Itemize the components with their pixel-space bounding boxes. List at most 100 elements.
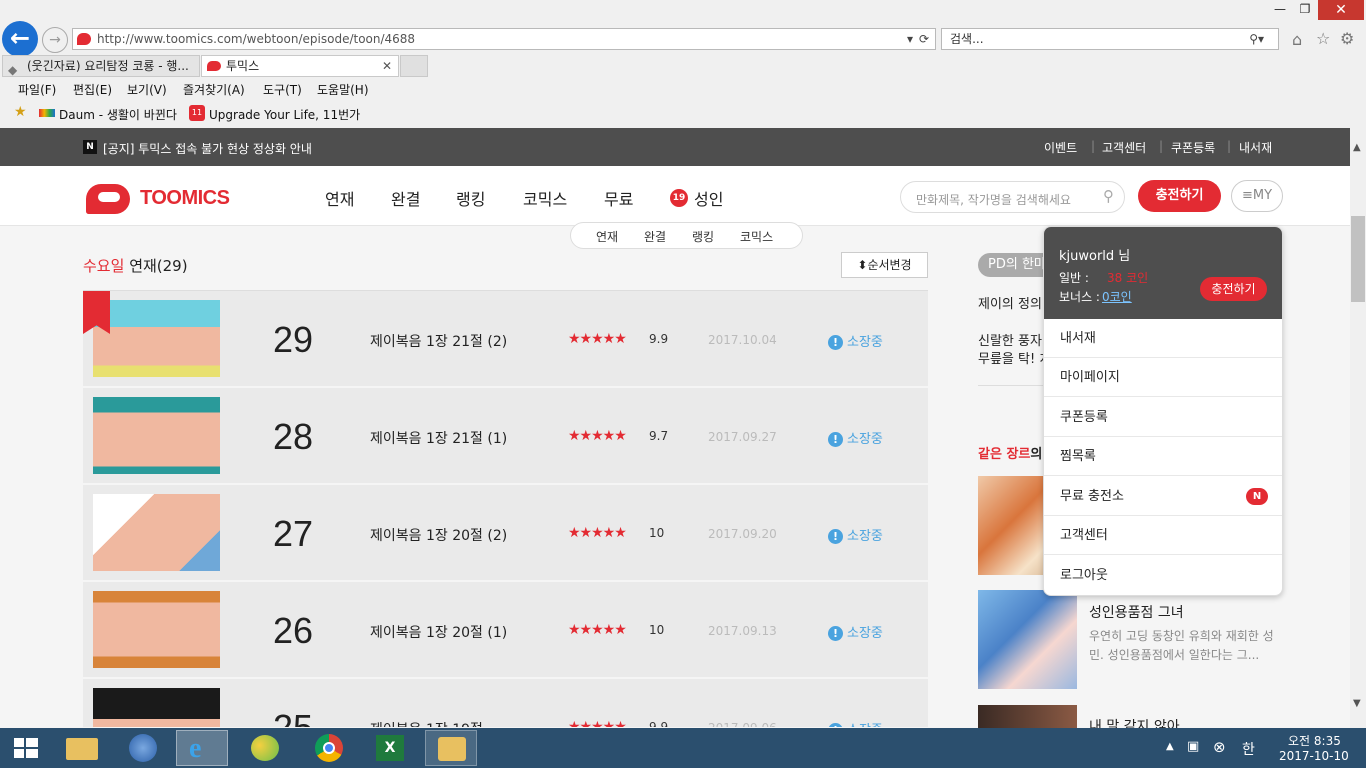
rating-stars: ★★★★★	[568, 428, 627, 444]
nav-completed[interactable]: 완결	[391, 186, 420, 210]
episode-row[interactable]: 26 제이복음 1장 20절 (1) ★★★★★ 10 2017.09.13! 소장중	[83, 582, 928, 678]
dropdown-item-library[interactable]: 내서재	[1044, 319, 1282, 358]
episode-row[interactable]: 29 제이복음 1장 21절 (2) ★★★★★ 9.9 2017.10.04! 소장중	[83, 291, 928, 387]
adult-19-badge: 19	[670, 189, 688, 207]
forward-button[interactable]: →	[42, 27, 68, 53]
tab-other[interactable]: ◆ (웃긴자료) 요리탐정 코룡 - 행...	[2, 55, 200, 77]
nav-ranking[interactable]: 랭킹	[456, 186, 485, 210]
episode-thumbnail[interactable]	[93, 300, 220, 377]
episode-number: 26	[273, 610, 314, 651]
episode-thumbnail[interactable]	[93, 397, 220, 474]
mail-app-icon[interactable]	[425, 730, 477, 766]
close-tab-icon[interactable]: ✕	[382, 56, 392, 76]
episode-title[interactable]: 제이복음 1장 21절 (2)	[370, 331, 507, 351]
home-icon[interactable]: ⌂	[1292, 30, 1302, 49]
favorites-star-icon[interactable]: ★	[14, 104, 27, 120]
episode-title[interactable]: 제이복음 1장 20절 (2)	[370, 525, 507, 545]
topbar-link-support[interactable]: 고객센터	[1102, 139, 1146, 156]
address-bar[interactable]: http://www.toomics.com/webtoon/episode/t…	[72, 28, 936, 50]
clock-time[interactable]: 오전 8:35	[1288, 732, 1341, 749]
network-icon[interactable]: ▣	[1187, 739, 1199, 754]
rating-stars: ★★★★★	[568, 525, 627, 541]
menu-tools[interactable]: 도구(T)	[263, 81, 302, 98]
nav-serial[interactable]: 연재	[325, 186, 354, 210]
nav-comics[interactable]: 코믹스	[523, 186, 567, 210]
browser-search-input[interactable]: 검색... ⚲▾	[941, 28, 1279, 50]
tray-expand-icon[interactable]: ▲	[1166, 741, 1174, 752]
menu-edit[interactable]: 편집(E)	[73, 81, 112, 98]
dropdown-item-logout[interactable]: 로그아웃	[1044, 556, 1282, 595]
start-button[interactable]	[2, 730, 54, 766]
internet-explorer-icon[interactable]: e	[176, 730, 228, 766]
scroll-thumb[interactable]	[1351, 216, 1365, 302]
subnav-serial[interactable]: 연재	[596, 228, 618, 245]
episode-thumbnail[interactable]	[93, 494, 220, 571]
favorite-daum[interactable]: Daum - 생활이 바뀐다	[59, 106, 177, 123]
episode-title[interactable]: 제이복음 1장 21절 (1)	[370, 428, 507, 448]
dropdown-item-coupon[interactable]: 쿠폰등록	[1044, 398, 1282, 437]
search-box[interactable]: 만화제목, 작가명을 검색해세요 ⚲	[900, 181, 1125, 213]
settings-gear-icon[interactable]: ⚙	[1340, 29, 1354, 48]
episode-date: 2017.09.13	[708, 624, 777, 638]
favorites-star-icon[interactable]: ☆	[1316, 29, 1330, 48]
clock-date[interactable]: 2017-10-10	[1279, 749, 1349, 763]
menu-file[interactable]: 파일(F)	[18, 81, 56, 98]
thunderbird-icon[interactable]	[117, 730, 169, 766]
rec-thumb-2[interactable]	[978, 590, 1077, 689]
subnav-completed[interactable]: 완결	[644, 228, 666, 245]
episode-thumbnail[interactable]	[93, 688, 220, 727]
my-label: MY	[1252, 188, 1273, 203]
episode-row[interactable]: 28 제이복음 1장 21절 (1) ★★★★★ 9.7 2017.09.27! 소장중	[83, 388, 928, 484]
notice-link[interactable]: [공지] 투믹스 접속 불가 현상 정상화 안내	[103, 140, 312, 157]
menu-help[interactable]: 도움말(H)	[317, 81, 369, 98]
episode-thumbnail[interactable]	[93, 591, 220, 668]
back-button[interactable]: ←	[2, 21, 38, 57]
charge-button[interactable]: 충전하기	[1138, 180, 1221, 212]
sort-arrows-icon: ⬍	[857, 258, 868, 272]
menu-favorites[interactable]: 즐겨찾기(A)	[183, 81, 245, 98]
tab-toomics[interactable]: 투믹스 ✕	[201, 55, 399, 77]
episode-title[interactable]: 제이복음 1장 20절 (1)	[370, 622, 507, 642]
refresh-icon[interactable]: ⟳	[919, 29, 929, 49]
topbar-link-library[interactable]: 내서재	[1239, 139, 1272, 156]
my-menu-button[interactable]: ≡MY	[1231, 180, 1283, 212]
favorite-11st[interactable]: Upgrade Your Life, 11번가	[209, 106, 360, 123]
volume-muted-icon[interactable]: ⊗	[1213, 738, 1226, 756]
chrome-icon[interactable]	[303, 730, 355, 766]
dropdown-item-mypage[interactable]: 마이페이지	[1044, 358, 1282, 397]
maximize-button[interactable]: ❐	[1293, 2, 1317, 20]
episode-row[interactable]: 27 제이복음 1장 20절 (2) ★★★★★ 10 2017.09.20! 소장중	[83, 485, 928, 581]
scroll-up-icon[interactable]: ▲	[1353, 142, 1361, 153]
pd-text: 무릎을 탁! 치	[978, 352, 1044, 367]
dropdown-charge-button[interactable]: 충전하기	[1200, 277, 1267, 301]
new-tab-button[interactable]	[400, 55, 428, 77]
excel-icon[interactable]: X	[364, 730, 416, 766]
subnav-comics[interactable]: 코믹스	[740, 228, 773, 245]
page-scrollbar[interactable]: ▲ ▼	[1350, 128, 1366, 728]
rec-title[interactable]: 성인용품점 그녀	[1089, 602, 1184, 622]
dropdown-item-free-charge[interactable]: 무료 충전소 N	[1044, 477, 1282, 516]
sort-button[interactable]: ⬍순서변경	[841, 252, 928, 278]
menu-view[interactable]: 보기(V)	[127, 81, 167, 98]
rec-thumb-3[interactable]	[978, 705, 1077, 728]
messenger-icon[interactable]	[239, 730, 291, 766]
scroll-down-icon[interactable]: ▼	[1353, 698, 1361, 709]
minimize-button[interactable]: —	[1268, 2, 1292, 20]
dropdown-icon[interactable]: ▾	[907, 29, 913, 49]
file-explorer-icon[interactable]	[56, 730, 108, 766]
search-icon[interactable]: ⚲▾	[1249, 29, 1264, 49]
ime-indicator[interactable]: 한	[1242, 739, 1255, 759]
nav-free[interactable]: 무료	[604, 186, 633, 210]
subnav-ranking[interactable]: 랭킹	[692, 228, 714, 245]
topbar-link-coupon[interactable]: 쿠폰등록	[1171, 139, 1215, 156]
episode-row[interactable]: 25 제이복음 1장 19절 ★★★★★ 9.9 2017.09.06 !소장중	[83, 679, 928, 728]
topbar-link-event[interactable]: 이벤트	[1044, 139, 1077, 156]
dropdown-item-support[interactable]: 고객센터	[1044, 516, 1282, 555]
search-icon[interactable]: ⚲	[1103, 187, 1114, 205]
episode-title[interactable]: 제이복음 1장 19절	[370, 719, 483, 727]
close-window-button[interactable]: ✕	[1318, 0, 1364, 20]
dropdown-item-wishlist[interactable]: 찜목록	[1044, 437, 1282, 476]
tab-favicon-icon	[207, 61, 221, 71]
nav-adult[interactable]: 성인	[694, 186, 723, 210]
toomics-logo[interactable]: TOOMICS	[86, 182, 246, 214]
